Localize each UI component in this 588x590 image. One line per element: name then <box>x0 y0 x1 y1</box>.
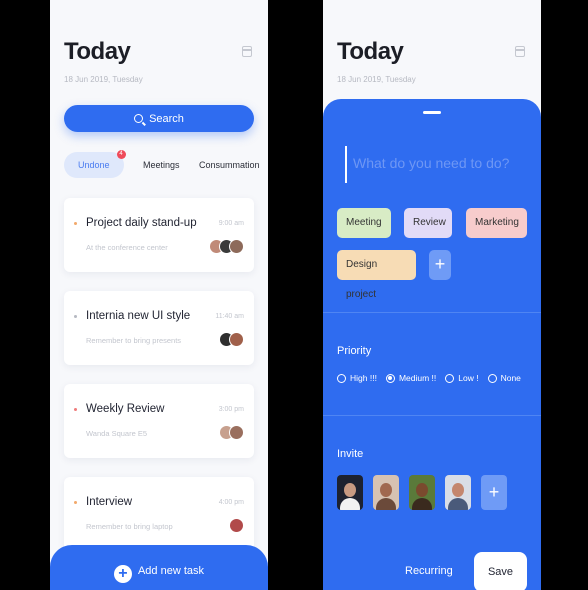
radio-icon <box>445 373 455 383</box>
add-task-button[interactable]: + Add new task <box>50 545 268 590</box>
invitee-avatar[interactable] <box>373 475 399 510</box>
divider <box>323 312 541 313</box>
priority-options: High !!! Medium !! Low ! None <box>337 373 530 383</box>
priority-high-radio[interactable]: High !!! <box>337 373 377 383</box>
avatar-face <box>380 483 392 497</box>
avatar-body <box>340 498 360 510</box>
recurring-button[interactable]: Recurring <box>405 565 453 577</box>
today-screen: Today 18 Jun 2019, Tuesday Search Undone… <box>50 0 268 590</box>
page-title: Today <box>64 38 131 65</box>
priority-dot <box>74 315 77 318</box>
task-time: 9:00 am <box>218 220 244 227</box>
attendee-avatars <box>219 332 244 347</box>
task-card[interactable]: Weekly Review 3:00 pm Wanda Square E5 <box>64 384 254 458</box>
task-subtitle: At the conference center <box>86 243 168 252</box>
task-input[interactable] <box>351 154 535 172</box>
task-title: Internia new UI style <box>86 310 191 322</box>
search-label: Search <box>149 112 184 125</box>
notification-badge: 4 <box>116 150 126 159</box>
invitee-avatar[interactable] <box>337 475 363 510</box>
invitee-avatar[interactable] <box>409 475 435 510</box>
drag-handle[interactable] <box>423 111 441 114</box>
add-tag-button[interactable]: + <box>429 250 451 280</box>
attendee-avatars <box>219 425 244 440</box>
tag-meeting[interactable]: Meeting <box>337 208 391 238</box>
invitee-list: + <box>337 475 507 510</box>
add-invitee-button[interactable]: + <box>481 475 507 510</box>
search-icon <box>134 114 144 123</box>
task-time: 3:00 pm <box>218 406 244 413</box>
add-task-label: Add new task <box>137 565 205 577</box>
task-subtitle: Wanda Square E5 <box>86 429 148 438</box>
tab-consummation[interactable]: Consummation <box>199 152 260 178</box>
avatar <box>229 332 244 347</box>
task-time: 11:40 am <box>215 313 244 320</box>
date-label: 18 Jun 2019, Tuesday <box>337 75 416 84</box>
priority-low-radio[interactable]: Low ! <box>445 373 479 383</box>
attendee-avatars <box>229 518 244 533</box>
avatar-body <box>376 498 396 510</box>
task-subtitle: Remember to bring laptop <box>86 522 173 531</box>
task-title: Interview <box>86 496 133 508</box>
avatar-body <box>448 498 468 510</box>
tag-design-project[interactable]: Design project <box>337 250 416 300</box>
priority-dot <box>74 222 77 225</box>
priority-option-label: Medium !! <box>398 373 437 383</box>
task-title: Project daily stand-up <box>86 217 197 229</box>
invitee-avatar[interactable] <box>445 475 471 510</box>
priority-none-radio[interactable]: None <box>487 373 521 383</box>
tab-label: Consummation <box>199 160 260 170</box>
task-card[interactable]: Interview 4:00 pm Remember to bring lapt… <box>64 477 254 551</box>
tab-label: Meetings <box>143 160 180 170</box>
text-cursor <box>345 146 347 183</box>
priority-dot <box>74 408 77 411</box>
task-card[interactable]: Project daily stand-up 9:00 am At the co… <box>64 198 254 272</box>
priority-option-label: None <box>500 373 521 383</box>
priority-label: Priority <box>337 345 372 357</box>
tag-marketing[interactable]: Marketing <box>466 208 527 238</box>
calendar-icon[interactable] <box>242 46 252 57</box>
avatar-face <box>344 483 356 497</box>
tab-label: Undone <box>78 160 110 170</box>
priority-option-label: High !!! <box>350 373 377 383</box>
tab-undone[interactable]: Undone 4 <box>64 150 126 178</box>
save-button[interactable]: Save <box>474 552 527 590</box>
priority-medium-radio[interactable]: Medium !! <box>385 373 437 383</box>
invite-label: Invite <box>337 448 364 460</box>
divider <box>323 415 541 416</box>
avatar <box>229 239 244 254</box>
avatar <box>229 425 244 440</box>
new-task-screen: Today 18 Jun 2019, Tuesday Meeting Revie… <box>323 0 541 590</box>
task-title: Weekly Review <box>86 403 165 415</box>
radio-selected-icon <box>385 373 395 383</box>
radio-icon <box>337 373 346 383</box>
avatar <box>229 518 244 533</box>
priority-dot <box>74 501 77 504</box>
task-tabs: Undone 4 Meetings Consummation <box>64 150 268 178</box>
task-time: 4:00 pm <box>218 499 244 506</box>
new-task-sheet: Meeting Review Marketing Design project … <box>323 99 541 590</box>
task-card[interactable]: Internia new UI style 11:40 am Remember … <box>64 291 254 365</box>
avatar-face <box>452 483 464 497</box>
date-label: 18 Jun 2019, Tuesday <box>64 75 143 84</box>
priority-option-label: Low ! <box>458 373 479 383</box>
tab-meetings[interactable]: Meetings <box>143 152 180 178</box>
search-button[interactable]: Search <box>64 105 254 132</box>
plus-icon: + <box>113 565 132 583</box>
radio-icon <box>487 373 497 383</box>
calendar-icon[interactable] <box>515 46 525 57</box>
avatar-face <box>416 483 428 497</box>
page-title: Today <box>337 38 404 65</box>
tag-review[interactable]: Review <box>404 208 452 238</box>
avatar-body <box>412 498 432 510</box>
attendee-avatars <box>209 239 244 254</box>
task-subtitle: Remember to bring presents <box>86 336 182 345</box>
